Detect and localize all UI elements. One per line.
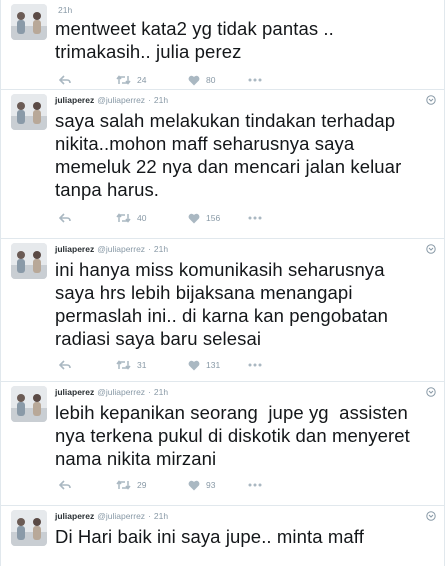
retweet-button[interactable]: 31 [116, 354, 188, 376]
reply-button[interactable] [55, 354, 116, 376]
ellipsis-icon [248, 483, 262, 487]
heart-icon [188, 213, 200, 223]
author-handle[interactable]: @juliaperrez [97, 244, 145, 254]
tweet-actions: 29 93 [55, 474, 434, 496]
tweet-header: juliaperez @juliaperrez · 21h [55, 242, 436, 256]
tweet-timeline: 21h mentweet kata2 yg tidak pantas .. tr… [0, 0, 445, 566]
retweet-button[interactable]: 24 [116, 69, 188, 91]
ellipsis-icon [248, 78, 262, 82]
retweet-count: 24 [137, 75, 147, 85]
tweet-actions: 31 131 [55, 354, 434, 376]
retweet-button[interactable]: 29 [116, 474, 188, 496]
avatar[interactable] [11, 94, 47, 130]
retweet-icon [116, 75, 131, 85]
tweet-header: juliaperez @juliaperrez · 21h [55, 385, 436, 399]
more-button[interactable] [248, 474, 268, 496]
reply-button[interactable] [55, 69, 116, 91]
retweet-icon [116, 360, 131, 370]
reply-icon [59, 360, 71, 370]
more-button[interactable] [248, 207, 268, 229]
reply-icon [59, 480, 71, 490]
ellipsis-icon [248, 363, 262, 367]
reply-icon [59, 75, 71, 85]
tweet-time[interactable]: 21h [154, 244, 168, 254]
more-button[interactable] [248, 354, 268, 376]
like-button[interactable]: 80 [188, 69, 248, 91]
tweet-time[interactable]: 21h [154, 95, 168, 105]
reply-button[interactable] [55, 474, 116, 496]
retweet-icon [116, 213, 131, 223]
like-count: 93 [206, 480, 216, 490]
heart-icon [188, 360, 200, 370]
separator-dot: · [148, 244, 151, 254]
tweet-time[interactable]: 21h [58, 5, 72, 15]
tweet-header: juliaperez @juliaperrez · 21h [55, 509, 436, 523]
like-count: 156 [206, 213, 221, 223]
reply-button[interactable] [55, 207, 116, 229]
like-button[interactable]: 131 [188, 354, 248, 376]
avatar[interactable] [11, 510, 47, 546]
tweet-time[interactable]: 21h [154, 511, 168, 521]
avatar[interactable] [11, 386, 47, 422]
retweet-icon [116, 480, 131, 490]
tweet-header: 21h [55, 3, 434, 17]
tweet[interactable]: juliaperez @juliaperrez · 21h saya salah me… [1, 90, 444, 239]
tweet[interactable]: juliaperez @juliaperrez · 21h ini hanya mis… [1, 239, 444, 382]
like-button[interactable]: 156 [188, 207, 248, 229]
heart-icon [188, 75, 200, 85]
tweet-text: Di Hari baik ini saya jupe.. minta maff [55, 526, 364, 547]
tweet-actions: 40 156 [55, 207, 434, 229]
tweet-time[interactable]: 21h [154, 387, 168, 397]
author-handle[interactable]: @juliaperrez [97, 95, 145, 105]
separator-dot: · [148, 511, 151, 521]
tweet[interactable]: juliaperez @juliaperrez · 21h Di Hari baik … [1, 506, 444, 566]
separator-dot: · [148, 95, 151, 105]
chevron-down-icon[interactable] [426, 244, 436, 254]
like-count: 80 [206, 75, 216, 85]
author-name[interactable]: juliaperez [55, 387, 94, 397]
more-button[interactable] [248, 69, 268, 91]
tweet-text: saya salah melakukan tindakan terhadap n… [55, 110, 402, 200]
retweet-count: 31 [137, 360, 147, 370]
retweet-count: 40 [137, 213, 147, 223]
author-handle[interactable]: @juliaperrez [97, 511, 145, 521]
author-handle[interactable]: @juliaperrez [97, 387, 145, 397]
tweet-text: lebih kepanikan seorang jupe yg assisten… [55, 402, 410, 469]
tweet[interactable]: juliaperez @juliaperrez · 21h lebih kepanik… [1, 382, 444, 506]
chevron-down-icon[interactable] [426, 95, 436, 105]
separator-dot: · [148, 387, 151, 397]
author-name[interactable]: juliaperez [55, 95, 94, 105]
avatar[interactable] [11, 243, 47, 279]
retweet-count: 29 [137, 480, 147, 490]
tweet-text: mentweet kata2 yg tidak pantas .. trimak… [55, 18, 334, 62]
heart-icon [188, 480, 200, 490]
chevron-down-icon[interactable] [426, 387, 436, 397]
like-button[interactable]: 93 [188, 474, 248, 496]
tweet-header: juliaperez @juliaperrez · 21h [55, 93, 436, 107]
author-name[interactable]: juliaperez [55, 244, 94, 254]
tweet[interactable]: 21h mentweet kata2 yg tidak pantas .. tr… [1, 0, 444, 90]
tweet-actions: 24 80 [55, 69, 434, 91]
author-name[interactable]: juliaperez [55, 511, 94, 521]
avatar[interactable] [11, 4, 47, 40]
reply-icon [59, 213, 71, 223]
chevron-down-icon[interactable] [426, 511, 436, 521]
retweet-button[interactable]: 40 [116, 207, 188, 229]
ellipsis-icon [248, 216, 262, 220]
tweet-text: ini hanya miss komunikasih seharusnya sa… [55, 259, 389, 349]
like-count: 131 [206, 360, 221, 370]
